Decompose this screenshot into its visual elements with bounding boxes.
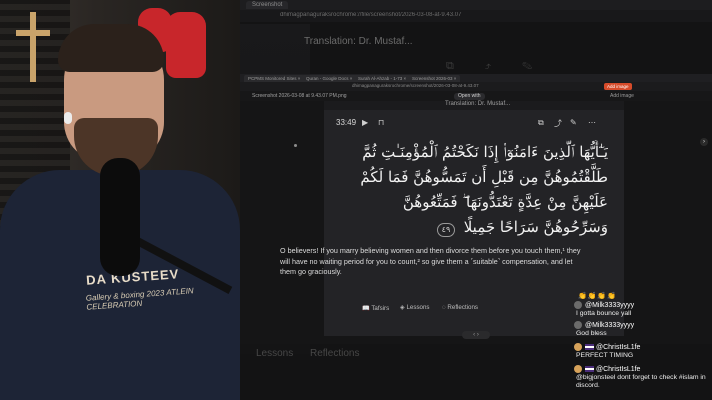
- hoodie-print-subtitle: Gallery & boxing 2023 ATLEIN CELEBRATION: [85, 286, 194, 312]
- arabic-verse: يَـٰٓأَيُّهَا ٱلَّذِينَ ءَامَنُوٓا۟ إِذَ…: [340, 140, 608, 240]
- verse-reference: 33:49: [336, 118, 357, 127]
- verse-controls: 33:49 ▶ ⊓ ⧉ ⤴ ✎ ⋯: [336, 118, 612, 132]
- tab-lessons-label: Lessons: [406, 304, 430, 311]
- chat-message-header: @ChristIsL1fe: [574, 342, 712, 352]
- chat-username: @Milk3333yyyy: [585, 301, 635, 309]
- play-icon[interactable]: ▶: [362, 118, 368, 127]
- chat-text: PERFECT TIMING: [576, 352, 634, 359]
- viewer-file-name: Screenshot 2026-03-08 at 9.43.07 PM.png: [252, 93, 347, 99]
- chat-username: @ChristIsL1fe: [596, 343, 641, 351]
- background-tabbar: [240, 0, 712, 10]
- share-icon[interactable]: ⤴: [554, 118, 562, 129]
- chat-message: @ChristIsL1fe PERFECT TIMING: [574, 342, 712, 360]
- edit-icon[interactable]: ✎: [570, 118, 577, 127]
- inner-tab-1[interactable]: PCPMS Monitored Sites ×: [244, 75, 305, 82]
- inner-tab-4[interactable]: Screenshot 2026-03 ×: [408, 75, 461, 82]
- flag-badge-icon: [585, 366, 594, 372]
- inner-url-text: dhimagpanaguraksrochrome/screenshot/2026…: [352, 83, 479, 88]
- avatar: [574, 365, 582, 373]
- chat-emotes: 👏👏👏👏: [578, 293, 617, 300]
- chat-message: @Milk3333yyyy I gotta bounce yall: [574, 300, 712, 318]
- chat-message-header: @ChristIsL1fe: [574, 364, 712, 374]
- tab-reflections-label: Reflections: [447, 304, 479, 311]
- stream-frame: DA KUSTEEV Gallery & boxing 2023 ATLEIN …: [0, 0, 712, 400]
- chat-text: I gotta bounce yall: [576, 310, 632, 317]
- verse-number: ٤٩: [436, 223, 455, 237]
- avatar: [574, 301, 582, 309]
- more-icon[interactable]: ⋯: [588, 118, 596, 127]
- background-lessons-tab[interactable]: Lessons: [256, 348, 293, 359]
- background-translation-title: Translation: Dr. Mustaf...: [304, 36, 413, 47]
- background-tab[interactable]: Screenshot: [246, 1, 289, 9]
- avatar: [574, 343, 582, 351]
- tab-lessons[interactable]: ◈ Lessons: [400, 304, 430, 311]
- inner-tab-3[interactable]: Surah Al-Ahzab - 1-73 ×: [354, 75, 411, 82]
- chat-text: @bigjonsteel dont forget to check #islam…: [576, 374, 706, 389]
- wall-cross: [30, 12, 36, 82]
- pager-control[interactable]: ‹ ›: [462, 331, 490, 339]
- tab-tafsirs-label: Tafsirs: [371, 305, 390, 312]
- chat-username: @Milk3333yyyy: [585, 321, 635, 329]
- tab-reflections[interactable]: ◌ Reflections: [442, 304, 478, 311]
- background-url-text: dhimagpanaguraksrochrome://file/screensh…: [280, 12, 462, 18]
- verse-translation: O believers! If you marry believing wome…: [280, 246, 581, 277]
- bookmark-icon[interactable]: ⊓: [378, 118, 384, 127]
- cursor-dot: [294, 144, 297, 147]
- microphone: [100, 158, 140, 276]
- earbud: [64, 112, 72, 124]
- background-reflections-tab[interactable]: Reflections: [310, 348, 359, 359]
- next-arrow-icon[interactable]: ›: [700, 138, 708, 146]
- flag-badge-icon: [585, 344, 594, 350]
- chat-message-header: @Milk3333yyyy: [574, 320, 712, 330]
- chat-username: @ChristIsL1fe: [596, 365, 641, 373]
- chat-message-header: @Milk3333yyyy: [574, 300, 712, 310]
- copy-icon[interactable]: ⧉: [538, 118, 544, 128]
- boxing-glove-right: [166, 12, 206, 78]
- tab-tafsirs[interactable]: 📖 Tafsirs: [362, 304, 389, 312]
- chat-message: @Milk3333yyyy God bless: [574, 320, 712, 338]
- inner-add-image-badge[interactable]: Add image: [604, 83, 632, 90]
- card-top-label: Translation: Dr. Mustaf...: [445, 101, 511, 107]
- open-with-button[interactable]: Open with: [454, 93, 485, 100]
- streamer-hair: [58, 24, 164, 72]
- chat-text: God bless: [576, 330, 607, 337]
- webcam-feed: DA KUSTEEV Gallery & boxing 2023 ATLEIN …: [0, 0, 240, 400]
- background-toolbar-icons: ⧉ ⤴ ✎: [446, 60, 547, 72]
- arabic-verse-text: يَـٰٓأَيُّهَا ٱلَّذِينَ ءَامَنُوٓا۟ إِذَ…: [360, 143, 608, 236]
- inner-tab-2[interactable]: Quran - Google Docs ×: [302, 75, 357, 82]
- chat-message: @ChristIsL1fe @bigjonsteel dont forget t…: [574, 364, 712, 390]
- chat-overlay: 👏👏👏👏 @Milk3333yyyy I gotta bounce yall @…: [574, 292, 712, 400]
- wall-cross-bar: [16, 30, 50, 36]
- avatar: [574, 321, 582, 329]
- viewer-add-image[interactable]: Add image: [610, 93, 634, 99]
